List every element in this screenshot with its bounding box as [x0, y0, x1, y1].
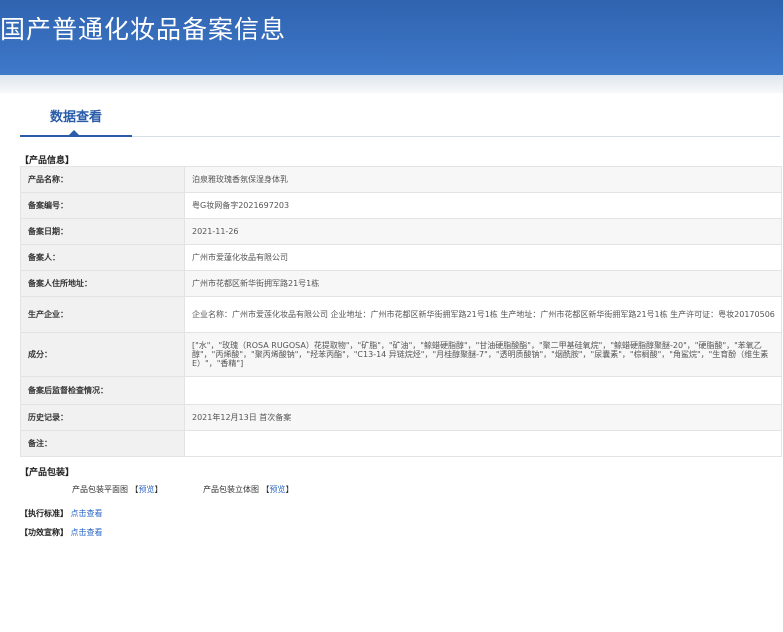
row-value: 2021-11-26 [184, 218, 782, 245]
row-label: 备案日期： [20, 218, 185, 245]
tab-bar-line [20, 136, 780, 137]
packaging-solid-label: 产品包装立体图 [203, 485, 259, 494]
bracket-close: 】 [285, 485, 294, 494]
header-divider [0, 75, 783, 93]
standard-view-link[interactable]: 点击查看 [71, 509, 103, 518]
packaging-flat-preview-link[interactable]: 预览 [139, 485, 155, 494]
table-row: 备案人： 广州市爱蓮化妆品有限公司 [20, 244, 782, 271]
packaging-solid: 产品包装立体图 【预览】 [203, 484, 294, 495]
packaging-solid-preview-link[interactable]: 预览 [270, 485, 286, 494]
table-row: 产品名称： 泊泉雅玫瑰香氛保湿身体乳 [20, 166, 782, 193]
row-value: 广州市花都区新华街拥军路21号1栋 [184, 270, 782, 297]
table-row: 备案日期： 2021-11-26 [20, 218, 782, 245]
table-row: 生产企业： 企业名称：广州市爱莲化妆品有限公司 企业地址：广州市花都区新华街拥军… [20, 296, 782, 333]
bracket-close: 】 [154, 485, 163, 494]
standard-label: 【执行标准】 [20, 509, 68, 518]
page-header: 国产普通化妆品备案信息 [0, 0, 783, 75]
table-row: 历史记录： 2021年12月13日 首次备案 [20, 404, 782, 431]
efficacy-view-link[interactable]: 点击查看 [71, 528, 103, 537]
table-row: 成分： ["水"，"玫瑰（ROSA RUGOSA）花提取物"，"矿脂"，"矿油"… [20, 332, 782, 377]
row-value: 企业名称：广州市爱莲化妆品有限公司 企业地址：广州市花都区新华街拥军路21号1栋… [184, 296, 782, 333]
efficacy-label: 【功效宣称】 [20, 528, 68, 537]
row-value [184, 430, 782, 457]
tab-caret-icon [68, 130, 80, 136]
page-title: 国产普通化妆品备案信息 [0, 15, 287, 44]
row-value [184, 376, 782, 405]
table-row: 备案后监督检查情况： [20, 376, 782, 405]
row-label: 备案编号： [20, 192, 185, 219]
row-label: 备案人住所地址： [20, 270, 185, 297]
table-row: 备注： [20, 430, 782, 457]
row-value: ["水"，"玫瑰（ROSA RUGOSA）花提取物"，"矿脂"，"矿油"，"鲸蜡… [184, 332, 782, 377]
row-label: 历史记录： [20, 404, 185, 431]
efficacy-row: 【功效宣称】 点击查看 [20, 527, 103, 538]
packaging-flat-label: 产品包装平面图 [72, 485, 128, 494]
table-row: 备案编号： 粤G妆网备字2021697203 [20, 192, 782, 219]
table-row: 备案人住所地址： 广州市花都区新华街拥军路21号1栋 [20, 270, 782, 297]
row-value: 广州市爱蓮化妆品有限公司 [184, 244, 782, 271]
row-value: 2021年12月13日 首次备案 [184, 404, 782, 431]
bracket-open: 【 [261, 485, 270, 494]
row-label: 成分： [20, 332, 185, 377]
row-label: 备案人： [20, 244, 185, 271]
row-value: 泊泉雅玫瑰香氛保湿身体乳 [184, 166, 782, 193]
section-packaging: 【产品包装】 [20, 468, 75, 478]
section-product-info: 【产品信息】 [20, 156, 75, 166]
row-value: 粤G妆网备字2021697203 [184, 192, 782, 219]
packaging-flat: 产品包装平面图 【预览】 [72, 484, 163, 495]
row-label: 生产企业： [20, 296, 185, 333]
bracket-open: 【 [130, 485, 139, 494]
product-info-table: 产品名称： 泊泉雅玫瑰香氛保湿身体乳 备案编号： 粤G妆网备字202169720… [20, 166, 782, 457]
row-label: 备注： [20, 430, 185, 457]
row-label: 备案后监督检查情况： [20, 376, 185, 405]
standard-row: 【执行标准】 点击查看 [20, 508, 103, 519]
row-label: 产品名称： [20, 166, 185, 193]
